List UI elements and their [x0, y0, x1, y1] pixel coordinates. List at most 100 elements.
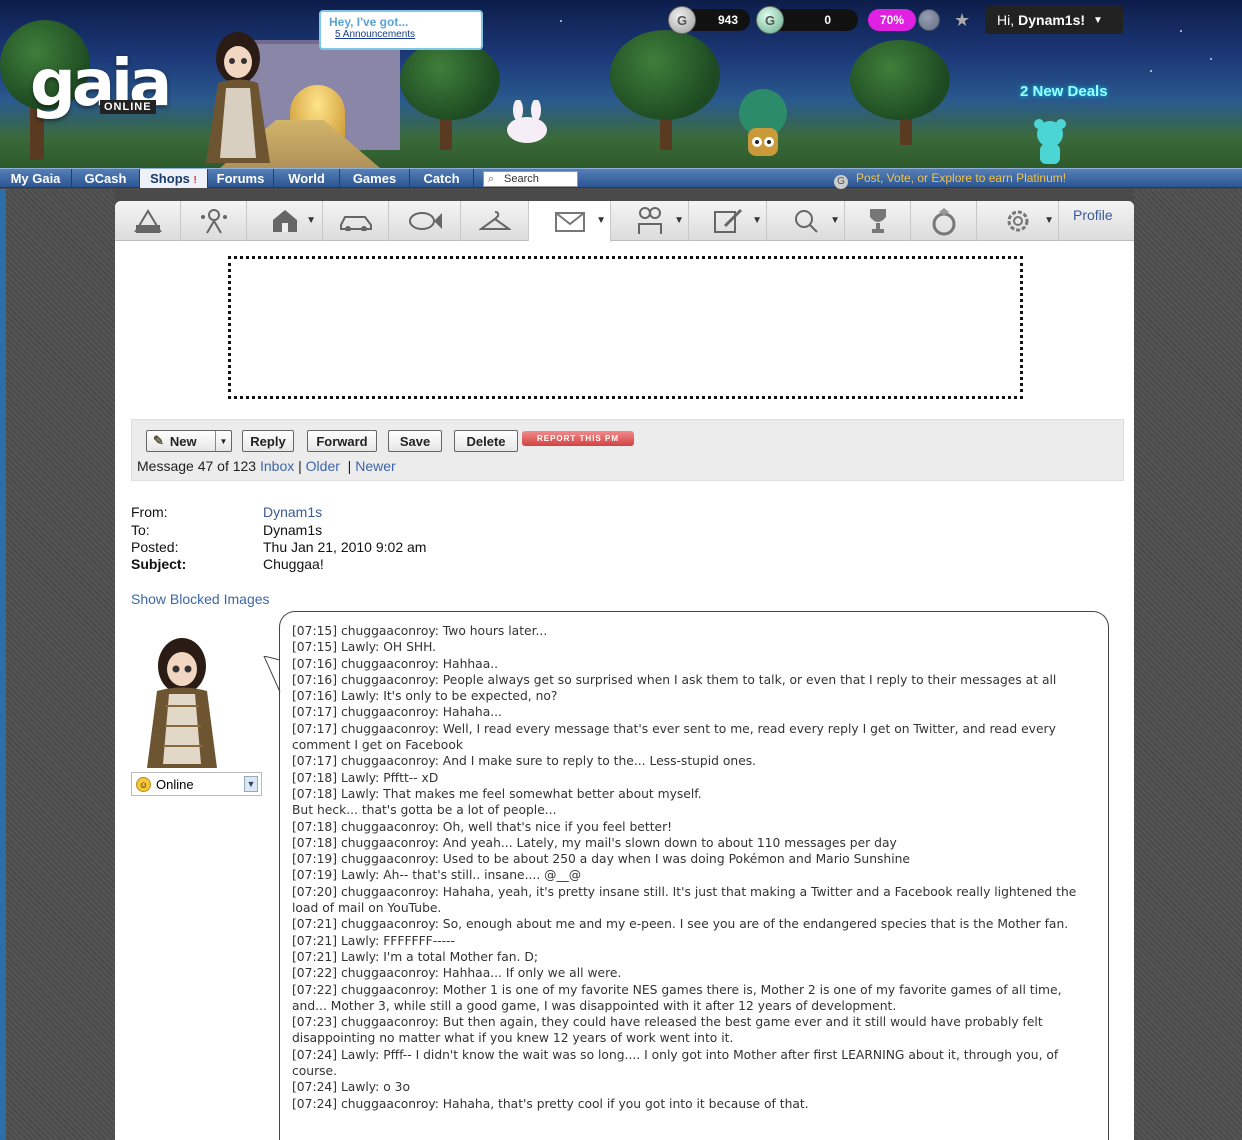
- sender-avatar[interactable]: [145, 636, 220, 771]
- gcash-coin-icon: G: [756, 6, 784, 34]
- gaia-icon[interactable]: [115, 201, 181, 241]
- nav-catch[interactable]: Catch: [410, 169, 474, 188]
- chat-line: [07:15] Lawly: OH SHH.: [292, 640, 437, 655]
- nav-world[interactable]: World: [274, 169, 340, 188]
- bunny-decoration: [507, 100, 547, 143]
- notice-title: Hey, I've got...: [329, 15, 409, 29]
- nav-shops[interactable]: Shops !: [140, 169, 208, 188]
- online-status-label: Online: [156, 776, 194, 792]
- chat-line: [07:22] chuggaaconroy: Hahhaa... If only…: [292, 966, 622, 981]
- platinum-percent: 70%: [879, 13, 905, 27]
- announcements-link[interactable]: 5 Announcements: [335, 29, 473, 40]
- tab-profile[interactable]: Profile: [1073, 207, 1113, 223]
- new-button-label: New: [169, 433, 197, 449]
- save-button[interactable]: Save: [388, 430, 442, 452]
- new-deals-link[interactable]: 2 New Deals: [1020, 82, 1108, 102]
- nav-gcash[interactable]: GCash: [72, 169, 140, 188]
- chevron-down-icon[interactable]: ▼: [752, 215, 762, 226]
- gold-coin-icon: G: [668, 6, 696, 34]
- message-actions-bar: ✎ New ▼ Reply Forward Save Delete REPORT…: [131, 419, 1124, 481]
- star-icon: ★: [954, 10, 971, 30]
- car-icon[interactable]: [323, 201, 389, 241]
- greeting-prefix: Hi,: [997, 12, 1015, 28]
- chevron-down-icon[interactable]: ▼: [306, 215, 316, 226]
- chat-line: [07:16] chuggaaconroy: Hahhaa..: [292, 656, 499, 671]
- chevron-down-icon[interactable]: ▼: [215, 431, 231, 451]
- chat-line: [07:16] Lawly: It's only to be expected,…: [292, 689, 558, 704]
- message-body: [07:15] chuggaaconroy: Two hours later..…: [279, 611, 1109, 1140]
- gaia-logo-subtitle: ONLINE: [100, 100, 156, 114]
- mail-icon[interactable]: ▼: [529, 201, 611, 242]
- nav-search-input[interactable]: ⌕ Search: [483, 171, 578, 187]
- bear-decoration: [1034, 119, 1066, 164]
- reply-button[interactable]: Reply: [242, 430, 294, 452]
- nav-games[interactable]: Games: [340, 169, 410, 188]
- posted-label: Posted:: [131, 539, 179, 555]
- ring-icon[interactable]: [911, 201, 977, 241]
- chat-line: [07:19] Lawly: Ah-- that's still.. insan…: [292, 868, 582, 883]
- subject-text: Chuggaa!: [263, 556, 324, 572]
- nav-my-gaia[interactable]: My Gaia: [0, 169, 72, 188]
- avatar-icon[interactable]: [181, 201, 247, 241]
- chat-line: [07:22] chuggaaconroy: Mother 1 is one o…: [292, 982, 1066, 1013]
- settings-icon[interactable]: ▼: [977, 201, 1059, 241]
- nav-forums[interactable]: Forums: [208, 169, 274, 188]
- promo-text: Post, Vote, or Explore to earn Platinum!: [856, 171, 1067, 185]
- main-panel: ▼ ▼ ▼ ▼ ▼ ▼ Profile ✎ New ▼ Reply Forwar…: [115, 201, 1134, 1140]
- chat-line: [07:15] chuggaaconroy: Two hours later..…: [292, 624, 548, 638]
- chat-line: [07:19] chuggaaconroy: Used to be about …: [292, 852, 910, 867]
- posted-date: Thu Jan 21, 2010 9:02 am: [263, 539, 427, 555]
- chevron-down-icon[interactable]: ▼: [244, 776, 258, 792]
- inbox-link[interactable]: Inbox: [260, 458, 294, 474]
- star-decoration: [1210, 58, 1212, 60]
- journal-icon[interactable]: ▼: [689, 201, 767, 241]
- platinum-meter[interactable]: 70%: [868, 9, 916, 31]
- alert-icon: !: [193, 175, 197, 186]
- background-left: [0, 189, 115, 1140]
- main-nav: My Gaia GCash Shops ! Forums World Games…: [0, 168, 1242, 189]
- chat-line: [07:23] chuggaaconroy: But then again, t…: [292, 1015, 1047, 1046]
- delete-button[interactable]: Delete: [454, 430, 518, 452]
- chat-line: [07:18] Lawly: Pfftt-- xD: [292, 770, 439, 785]
- chevron-down-icon[interactable]: ▼: [596, 215, 606, 226]
- chevron-down-icon[interactable]: ▼: [830, 215, 840, 226]
- profile-toolbar: ▼ ▼ ▼ ▼ ▼ ▼ Profile: [115, 201, 1134, 242]
- new-button[interactable]: ✎ New ▼: [146, 430, 232, 452]
- star-decoration: [1150, 70, 1152, 72]
- older-link[interactable]: Older: [306, 458, 340, 474]
- fish-icon[interactable]: [389, 201, 461, 241]
- chat-line: [07:24] Lawly: Pfff-- I didn't know the …: [292, 1047, 1063, 1079]
- user-menu[interactable]: Hi, Dynam1s! ▼: [985, 6, 1123, 34]
- search-icon[interactable]: ▼: [767, 201, 845, 241]
- house-icon[interactable]: ▼: [247, 201, 323, 241]
- announcements-notice[interactable]: Hey, I've got... 5 Announcements: [319, 10, 483, 50]
- online-status-select[interactable]: ☺ Online ▼: [131, 772, 262, 796]
- chat-line: [07:20] chuggaaconroy: Hahaha, yeah, it'…: [292, 884, 1081, 916]
- hanger-icon[interactable]: [461, 201, 529, 241]
- chat-line: [07:17] chuggaaconroy: Well, I read ever…: [292, 721, 1060, 753]
- chevron-down-icon: ▼: [1093, 14, 1103, 26]
- newer-link[interactable]: Newer: [355, 458, 395, 474]
- chevron-down-icon[interactable]: ▼: [674, 215, 684, 226]
- platinum-promo[interactable]: G Post, Vote, or Explore to earn Platinum…: [834, 169, 1067, 189]
- from-user-link[interactable]: Dynam1s: [263, 504, 322, 520]
- chevron-down-icon[interactable]: ▼: [1044, 215, 1054, 226]
- chat-line: [07:18] chuggaaconroy: And yeah... Latel…: [292, 835, 897, 850]
- chat-line: [07:21] Lawly: I'm a total Mother fan. D…: [292, 949, 538, 964]
- search-placeholder: Search: [504, 173, 539, 185]
- header-banner: gaia ONLINE Hey, I've got... 5 Announcem…: [0, 0, 1242, 168]
- show-blocked-images-link[interactable]: Show Blocked Images: [131, 591, 270, 607]
- from-label: From:: [131, 504, 168, 520]
- pencil-icon: ✎: [153, 433, 164, 448]
- chat-line: [07:24] Lawly: o 3o: [292, 1080, 411, 1095]
- trophy-icon[interactable]: [845, 201, 911, 241]
- background-right: [1134, 189, 1242, 1140]
- forward-button[interactable]: Forward: [307, 430, 377, 452]
- chat-line: [07:21] Lawly: FFFFFFF-----: [292, 933, 455, 948]
- subject-label: Subject:: [131, 556, 187, 572]
- ad-placeholder: [228, 256, 1023, 399]
- friends-icon[interactable]: ▼: [611, 201, 689, 241]
- report-pm-button[interactable]: REPORT THIS PM: [522, 431, 634, 446]
- smiley-icon: ☺: [136, 776, 151, 792]
- header-avatar[interactable]: [198, 28, 278, 168]
